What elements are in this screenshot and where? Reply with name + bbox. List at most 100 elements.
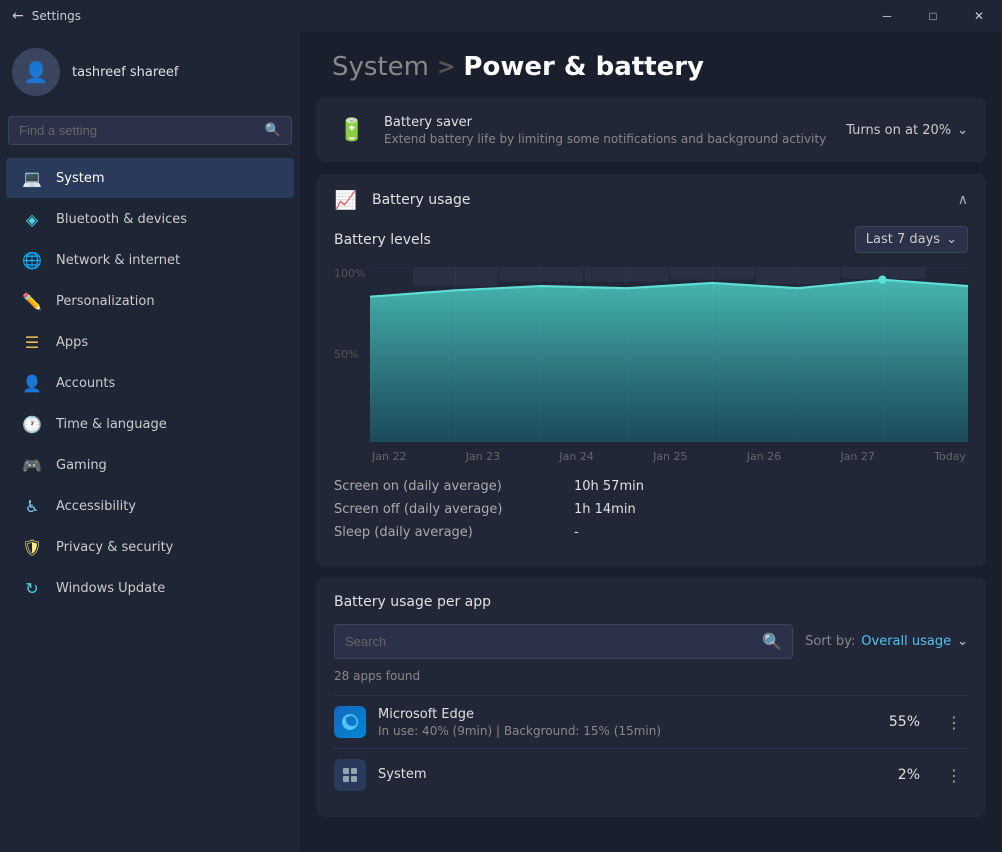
stat-label-0: Screen on (daily average) — [334, 479, 574, 494]
stat-row-0: Screen on (daily average) 10h 57min — [334, 475, 968, 498]
gaming-nav-icon: 🎮 — [22, 455, 42, 475]
stat-value-0: 10h 57min — [574, 479, 644, 494]
app-name-1: System — [378, 767, 886, 782]
titlebar-controls: ─ □ ✕ — [864, 0, 1002, 32]
back-icon[interactable]: ← — [12, 8, 24, 24]
personalization-nav-icon: ✏️ — [22, 291, 42, 311]
battery-usage-header[interactable]: 📈 Battery usage ∧ — [316, 174, 986, 226]
avatar-icon: 👤 — [24, 60, 49, 84]
stat-label-2: Sleep (daily average) — [334, 525, 574, 540]
sidebar-item-label-privacy: Privacy & security — [56, 540, 173, 555]
accessibility-nav-icon: ♿ — [22, 496, 42, 516]
app-search-input[interactable] — [345, 634, 754, 649]
windows-update-nav-icon: ↻ — [22, 578, 42, 598]
sort-label: Sort by: — [805, 634, 855, 649]
breadcrumb-parent[interactable]: System — [332, 52, 429, 82]
stats-section: Screen on (daily average) 10h 57min Scre… — [334, 463, 968, 548]
sidebar-item-bluetooth[interactable]: ◈ Bluetooth & devices — [6, 199, 294, 239]
accounts-nav-icon: 👤 — [22, 373, 42, 393]
battery-saver-title: Battery saver — [384, 115, 832, 130]
app-icon-edge — [334, 706, 366, 738]
x-label-0: Jan 22 — [372, 450, 406, 463]
maximize-button[interactable]: □ — [910, 0, 956, 32]
battery-saver-status: Turns on at 20% — [846, 123, 951, 138]
battery-chart-svg — [370, 267, 968, 442]
battery-saver-row[interactable]: 🔋 Battery saver Extend battery life by l… — [316, 98, 986, 162]
x-label-1: Jan 23 — [466, 450, 500, 463]
sidebar-item-label-apps: Apps — [56, 335, 88, 350]
app-more-button-1[interactable]: ⋮ — [940, 761, 968, 789]
sidebar-item-personalization[interactable]: ✏️Personalization — [6, 281, 294, 321]
sidebar-item-gaming[interactable]: 🎮Gaming — [6, 445, 294, 485]
app-item: System 2% ⋮ — [334, 748, 968, 801]
sort-selector[interactable]: Sort by: Overall usage ⌄ — [805, 634, 968, 649]
sidebar-item-accessibility[interactable]: ♿ Accessibility — [6, 486, 294, 526]
sidebar-item-privacy[interactable]: 🛡 Privacy & security — [6, 527, 294, 567]
sidebar-item-label-bluetooth: Bluetooth & devices — [56, 212, 187, 227]
app-desc-0: In use: 40% (9min) | Background: 15% (15… — [378, 724, 877, 738]
sidebar-item-windows-update[interactable]: ↻Windows Update — [6, 568, 294, 608]
app-usage-pct-1: 2% — [898, 767, 920, 783]
period-chevron: ⌄ — [946, 232, 957, 247]
battery-usage-section: 📈 Battery usage ∧ Battery levels Last 7 … — [316, 174, 986, 566]
page-header: System > Power & battery — [300, 32, 1002, 98]
x-label-6: Today — [934, 450, 966, 463]
breadcrumb: System > Power & battery — [332, 52, 970, 82]
sidebar-search-input[interactable] — [19, 123, 257, 138]
user-name: tashreef shareef — [72, 65, 178, 80]
sort-chevron: ⌄ — [957, 634, 968, 649]
period-label: Last 7 days — [866, 232, 940, 247]
stat-value-1: 1h 14min — [574, 502, 636, 517]
app-more-button-0[interactable]: ⋮ — [940, 708, 968, 736]
app-search-icon: 🔍 — [762, 632, 782, 651]
battery-saver-desc: Extend battery life by limiting some not… — [384, 132, 832, 146]
app-name-0: Microsoft Edge — [378, 707, 877, 722]
sidebar: 👤 tashreef shareef 🔍 💻System ◈ Bluetooth &… — [0, 32, 300, 852]
sidebar-item-label-accounts: Accounts — [56, 376, 115, 391]
titlebar-title: Settings — [32, 9, 81, 23]
x-label-3: Jan 25 — [653, 450, 687, 463]
sidebar-item-apps[interactable]: ☰ Apps — [6, 322, 294, 362]
sort-value: Overall usage — [861, 634, 951, 649]
main-layout: 👤 tashreef shareef 🔍 💻System ◈ Bluetooth &… — [0, 32, 1002, 852]
battery-chart-container: 100% 50% — [334, 267, 968, 442]
app-usage-pct-0: 55% — [889, 714, 920, 730]
battery-usage-title: Battery usage — [372, 192, 471, 208]
battery-saver-right[interactable]: Turns on at 20% ⌄ — [846, 123, 968, 138]
app-item: Microsoft Edge In use: 40% (9min) | Backg… — [334, 695, 968, 748]
battery-saver-card: 🔋 Battery saver Extend battery life by l… — [316, 98, 986, 162]
sidebar-search-box[interactable]: 🔍 — [8, 116, 292, 145]
x-label-2: Jan 24 — [559, 450, 593, 463]
sidebar-item-label-time: Time & language — [56, 417, 167, 432]
battery-saver-chevron: ⌄ — [957, 123, 968, 138]
close-button[interactable]: ✕ — [956, 0, 1002, 32]
avatar: 👤 — [12, 48, 60, 96]
app-info-0: Microsoft Edge In use: 40% (9min) | Backg… — [378, 707, 877, 738]
app-search-box[interactable]: 🔍 — [334, 624, 793, 659]
time-nav-icon: 🕐 — [22, 414, 42, 434]
minimize-button[interactable]: ─ — [864, 0, 910, 32]
sidebar-item-network[interactable]: 🌐Network & internet — [6, 240, 294, 280]
user-profile[interactable]: 👤 tashreef shareef — [0, 32, 300, 112]
search-icon: 🔍 — [265, 123, 281, 138]
apps-nav-icon: ☰ — [22, 332, 42, 352]
sidebar-item-system[interactable]: 💻System — [6, 158, 294, 198]
chart-x-labels: Jan 22 Jan 23 Jan 24 Jan 25 Jan 26 Jan 2… — [370, 450, 968, 463]
privacy-nav-icon: 🛡 — [22, 537, 42, 557]
sidebar-item-label-accessibility: Accessibility — [56, 499, 136, 514]
y-label-100: 100% — [334, 267, 365, 280]
sidebar-item-label-system: System — [56, 171, 104, 186]
battery-saver-icon: 🔋 — [334, 112, 370, 148]
battery-usage-icon: 📈 — [334, 188, 358, 212]
y-label-50: 50% — [334, 348, 365, 361]
sidebar-item-accounts[interactable]: 👤 Accounts — [6, 363, 294, 403]
period-selector[interactable]: Last 7 days ⌄ — [855, 226, 968, 253]
titlebar-left: ← Settings — [12, 8, 81, 24]
breadcrumb-current: Power & battery — [463, 52, 704, 82]
bluetooth-nav-icon: ◈ — [22, 209, 42, 229]
section-header-left: 📈 Battery usage — [334, 188, 471, 212]
battery-levels-title: Battery levels — [334, 232, 431, 248]
sidebar-item-time[interactable]: 🕐 Time & language — [6, 404, 294, 444]
stat-row-1: Screen off (daily average) 1h 14min — [334, 498, 968, 521]
stat-row-2: Sleep (daily average) - — [334, 521, 968, 544]
